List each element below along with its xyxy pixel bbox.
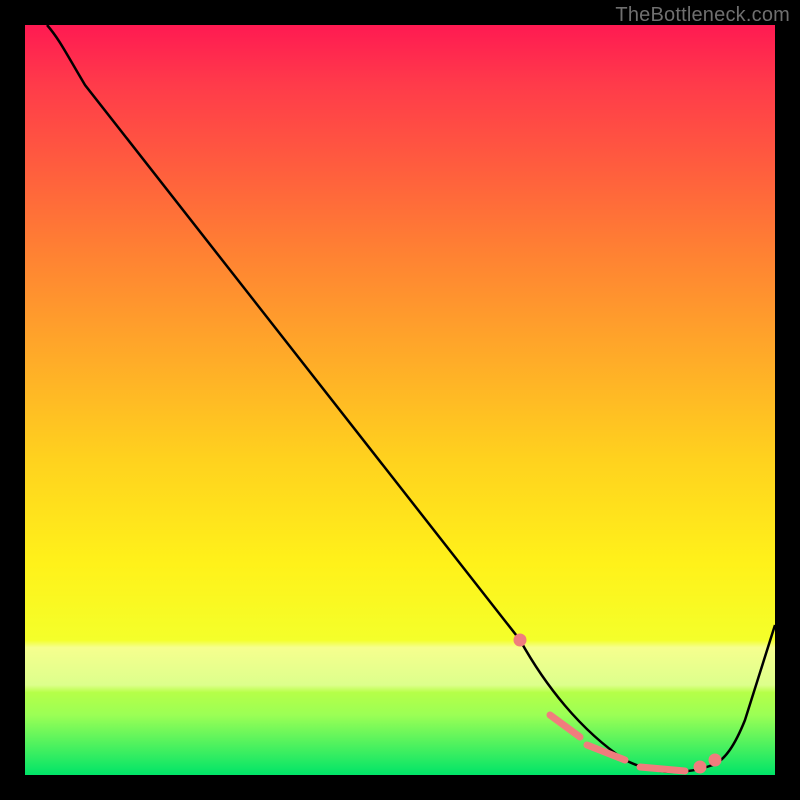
chart-frame: TheBottleneck.com xyxy=(0,0,800,800)
curve-layer xyxy=(25,25,775,775)
highlight-dot xyxy=(694,761,706,773)
bottleneck-curve xyxy=(47,25,775,772)
highlight-dot xyxy=(709,754,721,766)
highlight-dash xyxy=(640,767,685,771)
attribution-label: TheBottleneck.com xyxy=(615,4,790,27)
highlight-dot xyxy=(514,634,526,646)
